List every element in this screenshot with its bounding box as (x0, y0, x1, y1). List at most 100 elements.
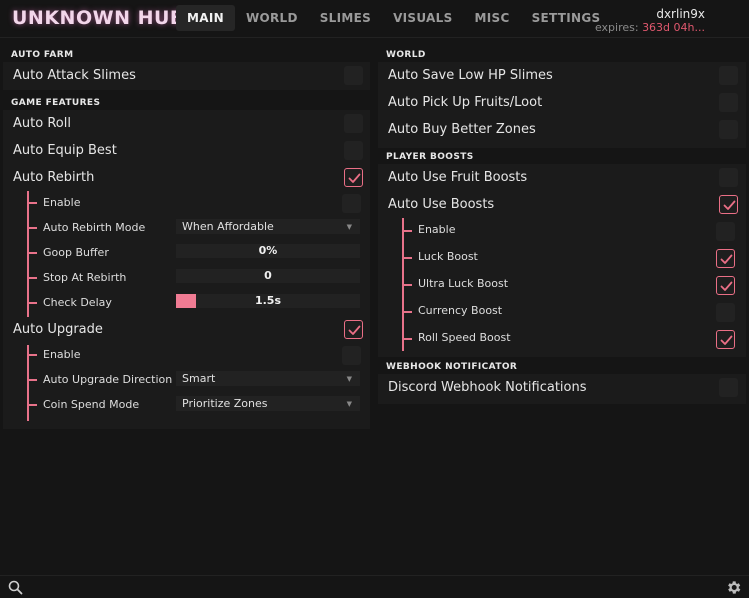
rebirth-mode-row: Auto Rebirth Mode When Affordable ▼ (3, 216, 370, 241)
auto-equip-checkbox[interactable] (344, 141, 363, 160)
tab-main[interactable]: MAIN (176, 5, 235, 31)
search-icon[interactable] (8, 580, 23, 595)
checkmark-icon (720, 281, 733, 291)
auto-attack-label: Auto Attack Slimes (13, 68, 136, 83)
stop-rebirth-label: Stop At Rebirth (43, 271, 127, 284)
tree-branch (27, 354, 37, 356)
tree-branch (402, 311, 412, 313)
tree-branch (402, 338, 412, 340)
hub-logo: UNKNOWN HUB (12, 7, 185, 29)
roll-speed-checkbox[interactable] (716, 330, 735, 349)
checkmark-icon (348, 325, 361, 335)
auto-attack-row[interactable]: Auto Attack Slimes (3, 62, 370, 89)
auto-upgrade-label: Auto Upgrade (13, 322, 103, 337)
save-low-hp-row[interactable]: Auto Save Low HP Slimes (378, 62, 746, 89)
rebirth-enable-checkbox[interactable] (342, 194, 361, 213)
tree-branch (27, 277, 37, 279)
boosts-enable-row[interactable]: Enable (378, 218, 746, 245)
auto-rebirth-checkbox[interactable] (344, 168, 363, 187)
rebirth-mode-label: Auto Rebirth Mode (43, 221, 146, 234)
stop-rebirth-value: 0 (264, 269, 272, 282)
discord-webhook-label: Discord Webhook Notifications (388, 380, 587, 395)
auto-upgrade-row[interactable]: Auto Upgrade (3, 316, 370, 343)
auto-equip-label: Auto Equip Best (13, 143, 117, 158)
buy-zones-label: Auto Buy Better Zones (388, 122, 536, 137)
chevron-down-icon: ▼ (346, 223, 352, 231)
header: UNKNOWN HUB MAIN WORLD SLIMES VISUALS MI… (0, 0, 749, 38)
discord-webhook-checkbox[interactable] (719, 378, 738, 397)
goop-buffer-slider[interactable]: 0% (176, 244, 360, 258)
pickup-checkbox[interactable] (719, 93, 738, 112)
save-low-hp-label: Auto Save Low HP Slimes (388, 68, 553, 83)
checkmark-icon (348, 173, 361, 183)
webhook-section: WEBHOOK NOTIFICATOR Discord Webhook Noti… (378, 361, 746, 404)
check-delay-slider[interactable]: 1.5s (176, 294, 360, 308)
game-features-section: GAME FEATURES Auto Roll Auto Equip Best … (3, 97, 370, 429)
auto-roll-row[interactable]: Auto Roll (3, 110, 370, 137)
auto-equip-row[interactable]: Auto Equip Best (3, 137, 370, 164)
upgrade-enable-label: Enable (43, 348, 81, 361)
coin-spend-label: Coin Spend Mode (43, 398, 140, 411)
tab-slimes[interactable]: SLIMES (309, 5, 382, 31)
search-input[interactable] (28, 579, 708, 595)
roll-speed-label: Roll Speed Boost (418, 331, 511, 344)
expires-label: expires: (594, 21, 639, 34)
chevron-down-icon: ▼ (346, 375, 352, 383)
section-title-world: WORLD (386, 50, 426, 60)
checkmark-icon (720, 335, 733, 345)
upgrade-direction-value: Smart (182, 372, 216, 385)
gear-icon[interactable] (725, 579, 742, 596)
tree-branch (27, 379, 37, 381)
currency-boost-row[interactable]: Currency Boost (378, 299, 746, 326)
tree-branch (27, 302, 37, 304)
rebirth-enable-row[interactable]: Enable (3, 191, 370, 216)
fruit-boosts-label: Auto Use Fruit Boosts (388, 170, 528, 185)
use-boosts-row[interactable]: Auto Use Boosts (378, 191, 746, 218)
upgrade-enable-checkbox[interactable] (342, 346, 361, 365)
chevron-down-icon: ▼ (346, 400, 352, 408)
roll-speed-row[interactable]: Roll Speed Boost (378, 326, 746, 353)
pickup-row[interactable]: Auto Pick Up Fruits/Loot (378, 89, 746, 116)
use-boosts-checkbox[interactable] (719, 195, 738, 214)
luck-boost-row[interactable]: Luck Boost (378, 245, 746, 272)
tree-branch (27, 404, 37, 406)
currency-boost-checkbox[interactable] (716, 303, 735, 322)
fruit-boosts-checkbox[interactable] (719, 168, 738, 187)
upgrade-enable-row[interactable]: Enable (3, 343, 370, 368)
check-delay-label: Check Delay (43, 296, 112, 309)
buy-zones-checkbox[interactable] (719, 120, 738, 139)
discord-webhook-row[interactable]: Discord Webhook Notifications (378, 374, 746, 401)
player-boosts-section: PLAYER BOOSTS Auto Use Fruit Boosts Auto… (378, 151, 746, 357)
luck-boost-checkbox[interactable] (716, 249, 735, 268)
currency-boost-label: Currency Boost (418, 304, 503, 317)
checkmark-icon (723, 200, 736, 210)
auto-attack-checkbox[interactable] (344, 66, 363, 85)
ultra-luck-checkbox[interactable] (716, 276, 735, 295)
rebirth-mode-dropdown[interactable]: When Affordable ▼ (176, 219, 360, 234)
auto-roll-checkbox[interactable] (344, 114, 363, 133)
stop-rebirth-slider[interactable]: 0 (176, 269, 360, 283)
save-low-hp-checkbox[interactable] (719, 66, 738, 85)
auto-upgrade-checkbox[interactable] (344, 320, 363, 339)
tree-branch (27, 227, 37, 229)
tab-misc[interactable]: MISC (464, 5, 521, 31)
tree-branch (27, 202, 37, 204)
tree-branch (402, 284, 412, 286)
fruit-boosts-row[interactable]: Auto Use Fruit Boosts (378, 164, 746, 191)
goop-buffer-label: Goop Buffer (43, 246, 109, 259)
upgrade-direction-row: Auto Upgrade Direction Smart ▼ (3, 368, 370, 393)
auto-rebirth-row[interactable]: Auto Rebirth (3, 164, 370, 191)
ultra-luck-row[interactable]: Ultra Luck Boost (378, 272, 746, 299)
username: dxrlin9x (656, 7, 705, 21)
coin-spend-dropdown[interactable]: Prioritize Zones ▼ (176, 396, 360, 411)
boosts-enable-checkbox[interactable] (716, 222, 735, 241)
buy-zones-row[interactable]: Auto Buy Better Zones (378, 116, 746, 143)
upgrade-direction-dropdown[interactable]: Smart ▼ (176, 371, 360, 386)
pickup-label: Auto Pick Up Fruits/Loot (388, 95, 543, 110)
tab-visuals[interactable]: VISUALS (382, 5, 463, 31)
coin-spend-row: Coin Spend Mode Prioritize Zones ▼ (3, 393, 370, 418)
tab-world[interactable]: WORLD (235, 5, 309, 31)
goop-buffer-value: 0% (258, 244, 278, 257)
tab-bar: MAIN WORLD SLIMES VISUALS MISC SETTINGS (176, 5, 611, 31)
stop-rebirth-row: Stop At Rebirth 0 (3, 266, 370, 291)
